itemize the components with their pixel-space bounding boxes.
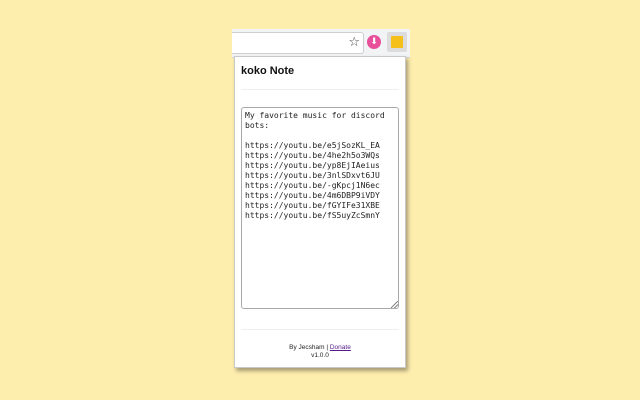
header-divider [241,89,399,90]
screenshot-stage: ☆ ⬇ koko Note My favorite music for disc… [0,0,640,400]
popup-title: koko Note [241,65,295,77]
download-extension-icon[interactable]: ⬇ [367,35,381,49]
footer-divider [241,329,399,330]
resize-handle-icon[interactable] [391,301,398,308]
browser-toolbar: ☆ ⬇ [232,29,410,58]
footer-credit-line: By Jecsham | Donate [235,344,405,352]
popup-footer: By Jecsham | Donate v1.0.0 [235,344,405,360]
koko-note-extension-icon[interactable] [387,32,407,52]
star-icon[interactable]: ☆ [348,34,360,52]
author-credit: By Jecsham | [289,344,330,351]
version-label: v1.0.0 [311,352,329,359]
note-textarea[interactable]: My favorite music for discord bots: http… [241,107,399,309]
address-bar[interactable]: ☆ [232,32,364,54]
donate-link[interactable]: Donate [330,344,351,351]
extension-popup: koko Note My favorite music for discord … [234,56,406,368]
